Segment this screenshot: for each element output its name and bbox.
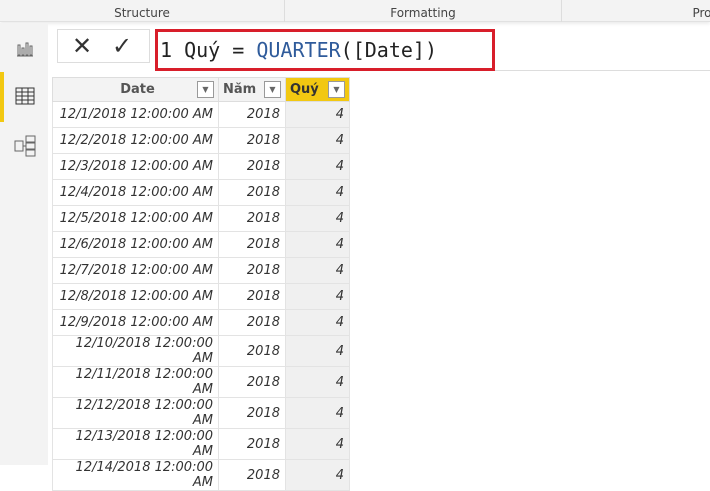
table-cell[interactable]: 2018	[218, 459, 286, 491]
report-view-icon[interactable]	[14, 37, 36, 59]
active-view-indicator	[0, 72, 4, 122]
table-cell[interactable]: 12/13/2018 12:00:00 AM	[52, 428, 219, 460]
table-cell[interactable]: 4	[285, 127, 350, 154]
table-cell[interactable]: 2018	[218, 101, 286, 128]
ribbon-section-properties: Pro	[692, 6, 710, 20]
ribbon-section-structure: Structure	[0, 0, 285, 22]
function-name: QUARTER	[256, 38, 341, 62]
table-row: 12/2/2018 12:00:00 AM 2018 4	[52, 127, 350, 154]
model-view-icon[interactable]	[14, 135, 36, 157]
table-row: 12/8/2018 12:00:00 AM 2018 4	[52, 283, 350, 310]
table-cell[interactable]: 12/8/2018 12:00:00 AM	[52, 283, 219, 310]
table-cell[interactable]: 4	[285, 309, 350, 336]
equals-sign: =	[232, 38, 245, 62]
table-cell[interactable]: 4	[285, 257, 350, 284]
column-header-label: Quý	[290, 82, 319, 97]
table-cell[interactable]: 2018	[218, 257, 286, 284]
table-row: 12/13/2018 12:00:00 AM 2018 4	[52, 428, 350, 460]
formula-bar-rest	[495, 29, 710, 71]
table-cell[interactable]: 2018	[218, 283, 286, 310]
formula-bar-input[interactable]: 1 Quý = QUARTER([Date])	[155, 29, 495, 71]
table-cell[interactable]: 12/14/2018 12:00:00 AM	[52, 459, 219, 491]
table-row: 12/7/2018 12:00:00 AM 2018 4	[52, 257, 350, 284]
table-cell[interactable]: 4	[285, 459, 350, 491]
table-cell[interactable]: 2018	[218, 153, 286, 180]
column-header-label: Date	[120, 82, 155, 97]
table-row: 12/12/2018 12:00:00 AM 2018 4	[52, 397, 350, 429]
table-cell[interactable]: 12/3/2018 12:00:00 AM	[52, 153, 219, 180]
table-cell[interactable]: 12/5/2018 12:00:00 AM	[52, 205, 219, 232]
table-cell[interactable]: 2018	[218, 366, 286, 398]
table-row: 12/10/2018 12:00:00 AM 2018 4	[52, 335, 350, 367]
table-cell[interactable]: 2018	[218, 231, 286, 258]
ribbon-section-formatting: Formatting	[285, 0, 562, 22]
table-cell[interactable]: 2018	[218, 428, 286, 460]
function-argument: ([Date])	[340, 38, 437, 62]
table-cell[interactable]: 2018	[218, 127, 286, 154]
table-row: 12/6/2018 12:00:00 AM 2018 4	[52, 231, 350, 258]
column-header-1[interactable]: Năm ▼	[218, 77, 286, 102]
table-cell[interactable]: 4	[285, 335, 350, 367]
table-cell[interactable]: 2018	[218, 397, 286, 429]
table-cell[interactable]: 2018	[218, 205, 286, 232]
table-cell[interactable]: 12/7/2018 12:00:00 AM	[52, 257, 219, 284]
table-cell[interactable]: 4	[285, 179, 350, 206]
table-cell[interactable]: 4	[285, 205, 350, 232]
table-cell[interactable]: 12/9/2018 12:00:00 AM	[52, 309, 219, 336]
table-cell[interactable]: 12/4/2018 12:00:00 AM	[52, 179, 219, 206]
table-cell[interactable]: 12/1/2018 12:00:00 AM	[52, 101, 219, 128]
data-view-icon[interactable]	[14, 85, 36, 107]
table-cell[interactable]: 2018	[218, 335, 286, 367]
table-cell[interactable]: 4	[285, 428, 350, 460]
table-cell[interactable]: 4	[285, 366, 350, 398]
table-cell[interactable]: 12/6/2018 12:00:00 AM	[52, 231, 219, 258]
ribbon: Structure Formatting Pro	[0, 0, 710, 22]
column-header-label: Năm	[223, 82, 257, 97]
filter-dropdown-icon[interactable]: ▼	[264, 81, 281, 98]
table-row: 12/3/2018 12:00:00 AM 2018 4	[52, 153, 350, 180]
column-header-0[interactable]: Date ▼	[52, 77, 219, 102]
cancel-icon[interactable]: ✕	[72, 32, 92, 60]
table-row: 12/1/2018 12:00:00 AM 2018 4	[52, 101, 350, 128]
table-row: 12/9/2018 12:00:00 AM 2018 4	[52, 309, 350, 336]
table-cell[interactable]: 2018	[218, 309, 286, 336]
table-cell[interactable]: 4	[285, 283, 350, 310]
table-row: 12/14/2018 12:00:00 AM 2018 4	[52, 459, 350, 491]
filter-dropdown-icon[interactable]: ▼	[328, 81, 345, 98]
measure-name: Quý	[184, 38, 221, 62]
table-cell[interactable]: 12/12/2018 12:00:00 AM	[52, 397, 219, 429]
table-cell[interactable]: 4	[285, 231, 350, 258]
table-cell[interactable]: 12/11/2018 12:00:00 AM	[52, 366, 219, 398]
filter-dropdown-icon[interactable]: ▼	[197, 81, 214, 98]
line-number: 1	[160, 38, 173, 62]
table-cell[interactable]: 12/2/2018 12:00:00 AM	[52, 127, 219, 154]
formula-actions: ✕ ✓	[57, 29, 150, 63]
commit-check-icon[interactable]: ✓	[112, 32, 132, 60]
table-cell[interactable]: 4	[285, 153, 350, 180]
table-cell[interactable]: 4	[285, 397, 350, 429]
column-header-2[interactable]: Quý ▼	[285, 77, 350, 102]
view-sidebar	[0, 23, 48, 465]
table-row: 12/4/2018 12:00:00 AM 2018 4	[52, 179, 350, 206]
table-row: 12/5/2018 12:00:00 AM 2018 4	[52, 205, 350, 232]
table-cell[interactable]: 2018	[218, 179, 286, 206]
data-table: Date ▼ Năm ▼ Quý ▼ 12/1/2018 12:00:00 AM 2018 4…	[52, 77, 350, 491]
table-cell[interactable]: 4	[285, 101, 350, 128]
table-cell[interactable]: 12/10/2018 12:00:00 AM	[52, 335, 219, 367]
table-row: 12/11/2018 12:00:00 AM 2018 4	[52, 366, 350, 398]
